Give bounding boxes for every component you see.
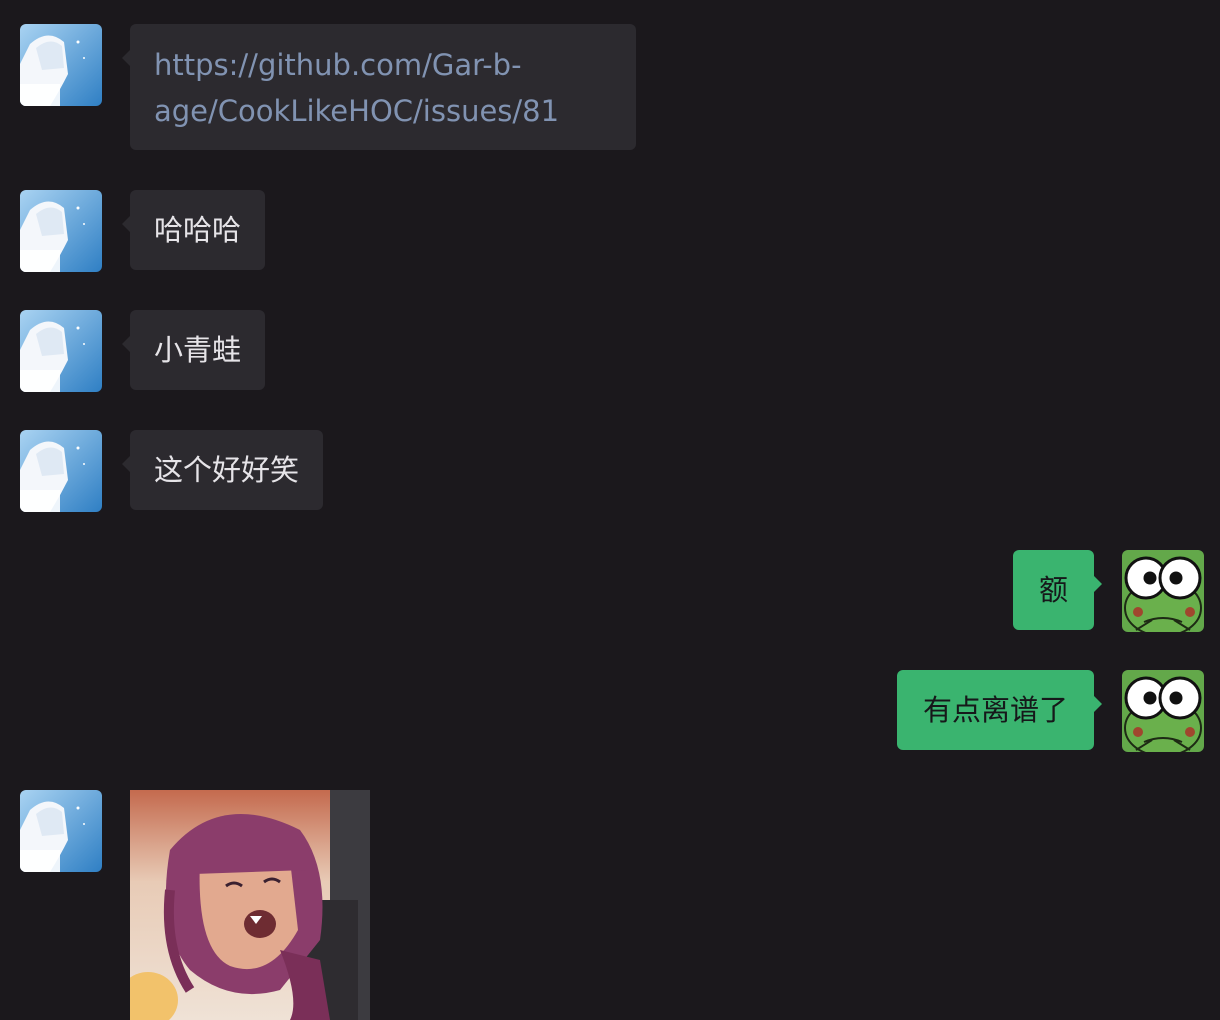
message-bubble[interactable]: 哈哈哈	[121, 190, 266, 270]
message-text[interactable]: https://github.com/Gar-b-age/CookLikeHOC…	[154, 48, 559, 128]
message-text: 小青蛙	[154, 333, 242, 367]
chat-message-list: https://github.com/Gar-b-age/CookLikeHOC…	[0, 0, 1220, 1020]
anime-girl-avatar-icon	[20, 24, 102, 106]
contact-avatar[interactable]	[20, 310, 102, 392]
anime-girl-avatar-icon	[20, 790, 102, 872]
contact-avatar[interactable]	[20, 190, 102, 272]
frog-avatar-icon	[1122, 550, 1204, 632]
image-message[interactable]	[130, 790, 370, 1020]
message-bubble[interactable]: 小青蛙	[121, 310, 266, 390]
message-bubble[interactable]: 这个好好笑	[121, 430, 324, 510]
message-text: 这个好好笑	[154, 453, 300, 487]
self-avatar[interactable]	[1122, 550, 1204, 632]
anime-girl-avatar-icon	[20, 430, 102, 512]
contact-avatar[interactable]	[20, 430, 102, 512]
message-text: 哈哈哈	[154, 213, 242, 247]
self-avatar[interactable]	[1122, 670, 1204, 752]
frog-avatar-icon	[1122, 670, 1204, 752]
anime-girl-avatar-icon	[20, 190, 102, 272]
anime-sticker-image	[130, 790, 370, 1020]
message-bubble-link[interactable]: https://github.com/Gar-b-age/CookLikeHOC…	[122, 24, 636, 150]
message-text: 额	[1038, 573, 1068, 607]
message-text: 有点离谱了	[922, 693, 1068, 727]
contact-avatar[interactable]	[20, 790, 102, 872]
message-bubble-outgoing[interactable]: 额	[1012, 550, 1103, 630]
contact-avatar[interactable]	[20, 24, 102, 106]
message-bubble-outgoing[interactable]: 有点离谱了	[896, 670, 1103, 750]
anime-girl-avatar-icon	[20, 310, 102, 392]
